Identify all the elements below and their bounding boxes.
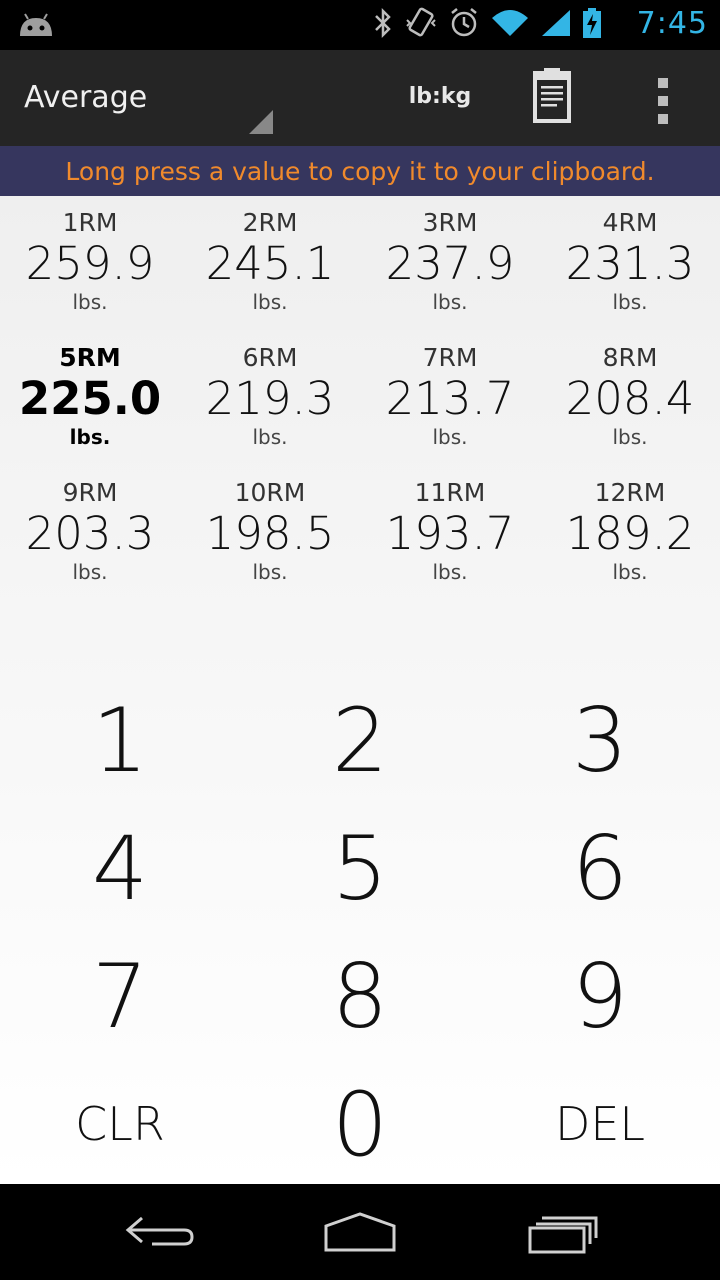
rm-cell-7rm[interactable]: 7RM 213.7 lbs. <box>360 343 540 478</box>
rm-value: 231.3 <box>565 237 695 290</box>
rm-cell-9rm[interactable]: 9RM 203.3 lbs. <box>0 478 180 613</box>
rm-row: 5RM 225.0 lbs. 6RM 219.3 lbs. 7RM 213.7 … <box>0 343 720 478</box>
key-9[interactable]: 9 <box>480 932 720 1060</box>
rm-cell-2rm[interactable]: 2RM 245.1 lbs. <box>180 208 360 343</box>
rm-unit: lbs. <box>432 560 468 584</box>
keypad-row: 4 5 6 <box>0 804 720 932</box>
wifi-icon <box>490 8 530 42</box>
rm-unit: lbs. <box>69 425 111 449</box>
rm-cell-12rm[interactable]: 12RM 189.2 lbs. <box>540 478 720 613</box>
rm-unit: lbs. <box>432 290 468 314</box>
rm-table: 1RM 259.9 lbs. 2RM 245.1 lbs. 3RM 237.9 … <box>0 208 720 613</box>
recent-apps-button[interactable] <box>512 1204 608 1260</box>
key-1[interactable]: 1 <box>0 676 240 804</box>
rm-value: 203.3 <box>25 507 155 560</box>
rm-value: 208.4 <box>565 372 695 425</box>
rm-cell-3rm[interactable]: 3RM 237.9 lbs. <box>360 208 540 343</box>
key-6[interactable]: 6 <box>480 804 720 932</box>
rm-label: 8RM <box>602 343 658 372</box>
rm-unit: lbs. <box>252 560 288 584</box>
rm-label: 2RM <box>242 208 298 237</box>
rm-label: 5RM <box>59 343 121 372</box>
spinner-dropdown-icon <box>249 110 273 134</box>
rm-unit: lbs. <box>252 425 288 449</box>
vibrate-icon <box>404 6 438 44</box>
signal-icon <box>540 8 572 42</box>
key-4[interactable]: 4 <box>0 804 240 932</box>
rm-unit: lbs. <box>432 425 468 449</box>
home-icon <box>312 1212 408 1264</box>
rm-unit: lbs. <box>612 290 648 314</box>
rm-cell-11rm[interactable]: 11RM 193.7 lbs. <box>360 478 540 613</box>
bluetooth-icon <box>372 7 394 43</box>
rm-unit: lbs. <box>72 290 108 314</box>
clipboard-hint-text: Long press a value to copy it to your cl… <box>65 156 655 186</box>
rm-cell-8rm[interactable]: 8RM 208.4 lbs. <box>540 343 720 478</box>
keypad-row: 1 2 3 <box>0 676 720 804</box>
rm-label: 11RM <box>414 478 486 507</box>
key-5[interactable]: 5 <box>240 804 480 932</box>
rm-value: 189.2 <box>565 507 695 560</box>
rm-unit: lbs. <box>252 290 288 314</box>
battery-charging-icon <box>582 7 602 43</box>
rm-cell-10rm[interactable]: 10RM 198.5 lbs. <box>180 478 360 613</box>
clock: 7:45 <box>636 6 708 41</box>
keypad: 1 2 3 4 5 6 7 8 9 CLR 0 DEL <box>0 676 720 1188</box>
rm-value: 193.7 <box>385 507 515 560</box>
rm-label: 12RM <box>594 478 666 507</box>
rm-cell-1rm[interactable]: 1RM 259.9 lbs. <box>0 208 180 343</box>
key-2[interactable]: 2 <box>240 676 480 804</box>
mode-spinner-label: Average <box>24 80 148 115</box>
rm-label: 6RM <box>242 343 298 372</box>
rm-unit: lbs. <box>72 560 108 584</box>
rm-label: 1RM <box>62 208 118 237</box>
delete-button[interactable]: DEL <box>480 1060 720 1188</box>
unit-toggle-button[interactable]: lb:kg <box>396 72 484 122</box>
rm-row: 1RM 259.9 lbs. 2RM 245.1 lbs. 3RM 237.9 … <box>0 208 720 343</box>
rm-label: 3RM <box>422 208 478 237</box>
rm-value: 213.7 <box>385 372 515 425</box>
action-bar: Average lb:kg <box>0 50 720 146</box>
rm-value: 259.9 <box>25 237 155 290</box>
android-notification-icon <box>18 12 54 42</box>
rm-unit: lbs. <box>612 425 648 449</box>
recent-apps-icon <box>512 1216 608 1264</box>
rm-value: 237.9 <box>385 237 515 290</box>
rm-label: 7RM <box>422 343 478 372</box>
rm-value: 219.3 <box>205 372 335 425</box>
clipboard-icon <box>522 68 582 136</box>
alarm-icon <box>448 7 480 43</box>
rm-value: 245.1 <box>205 237 335 290</box>
rm-label: 9RM <box>62 478 118 507</box>
navigation-bar <box>0 1184 720 1280</box>
key-7[interactable]: 7 <box>0 932 240 1060</box>
rm-label: 10RM <box>234 478 306 507</box>
key-3[interactable]: 3 <box>480 676 720 804</box>
rm-label: 4RM <box>602 208 658 237</box>
back-icon <box>112 1216 208 1264</box>
overflow-menu-button[interactable] <box>644 70 684 130</box>
rm-cell-4rm[interactable]: 4RM 231.3 lbs. <box>540 208 720 343</box>
status-bar: 7:45 <box>0 0 720 50</box>
rm-unit: lbs. <box>612 560 648 584</box>
main-content: 1RM 259.9 lbs. 2RM 245.1 lbs. 3RM 237.9 … <box>0 196 720 1184</box>
rm-value: 198.5 <box>205 507 335 560</box>
rm-cell-6rm[interactable]: 6RM 219.3 lbs. <box>180 343 360 478</box>
key-8[interactable]: 8 <box>240 932 480 1060</box>
keypad-row: CLR 0 DEL <box>0 1060 720 1188</box>
back-button[interactable] <box>112 1204 208 1260</box>
clear-button[interactable]: CLR <box>0 1060 240 1188</box>
rm-row: 9RM 203.3 lbs. 10RM 198.5 lbs. 11RM 193.… <box>0 478 720 613</box>
keypad-row: 7 8 9 <box>0 932 720 1060</box>
clipboard-button[interactable] <box>522 64 582 132</box>
mode-spinner[interactable]: Average <box>0 50 280 146</box>
rm-cell-5rm[interactable]: 5RM 225.0 lbs. <box>0 343 180 478</box>
clipboard-hint-banner: Long press a value to copy it to your cl… <box>0 146 720 196</box>
key-0[interactable]: 0 <box>240 1060 480 1188</box>
home-button[interactable] <box>312 1204 408 1260</box>
rm-value: 225.0 <box>18 372 162 425</box>
